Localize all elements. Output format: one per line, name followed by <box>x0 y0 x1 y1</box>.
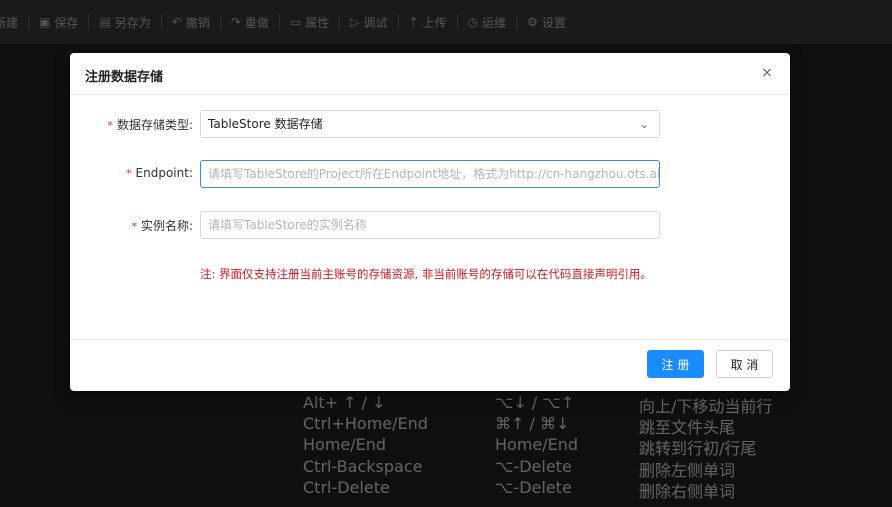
storage-type-select[interactable]: TableStore 数据存储 ⌄ <box>200 110 660 138</box>
storage-type-value: TableStore 数据存储 <box>208 117 323 131</box>
storage-type-label: * 数据存储类型: <box>107 118 193 132</box>
form-row-storage-type: * 数据存储类型: TableStore 数据存储 ⌄ <box>70 110 790 138</box>
form-row-endpoint: * Endpoint: 请填写TableStore的Project所在Endpoi… <box>70 160 790 188</box>
required-mark: * <box>107 119 113 132</box>
endpoint-input[interactable]: 请填写TableStore的Project所在Endpoint地址，格式为htt… <box>200 160 660 188</box>
registration-note: 注: 界面仅支持注册当前主账号的存储资源, 非当前账号的存储可以在代码直接声明引… <box>200 267 652 281</box>
chevron-down-icon: ⌄ <box>639 118 649 131</box>
cancel-button[interactable]: 取 消 <box>716 350 773 378</box>
form-row-instance-name: * 实例名称: 请填写TableStore的实例名称 <box>70 211 790 239</box>
required-mark: * <box>131 220 137 233</box>
endpoint-label: * Endpoint: <box>126 166 193 180</box>
close-icon[interactable]: × <box>759 63 775 83</box>
dialog-footer: 注 册 取 消 <box>70 339 790 391</box>
required-mark: * <box>126 167 132 180</box>
dialog-title: 注册数据存储 <box>85 70 164 85</box>
register-datastore-dialog: 注册数据存储 × * 数据存储类型: TableStore 数据存储 ⌄ * End… <box>70 53 790 391</box>
instance-name-input[interactable]: 请填写TableStore的实例名称 <box>200 211 660 239</box>
instance-name-label: * 实例名称: <box>131 219 193 233</box>
register-button[interactable]: 注 册 <box>647 350 704 378</box>
dialog-header: 注册数据存储 × <box>70 53 790 95</box>
